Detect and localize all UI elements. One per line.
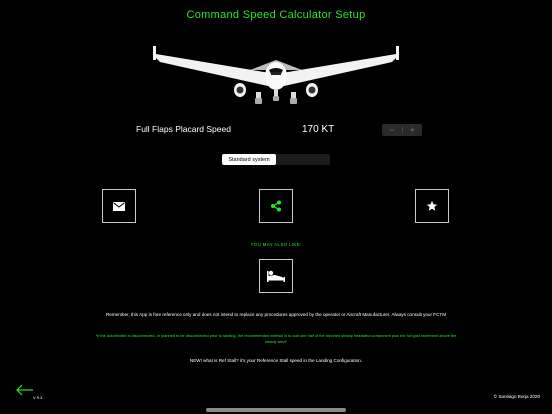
rate-button[interactable] <box>415 189 449 223</box>
standard-system-option[interactable]: Standard system <box>222 154 276 165</box>
back-arrow-icon[interactable] <box>16 384 34 396</box>
airplane-illustration <box>153 46 399 104</box>
system-selector[interactable]: Standard system <box>222 154 330 165</box>
ref-stall-info: NEW! what is Ref Stall? it's your Refere… <box>189 358 363 363</box>
copyright-label: © Santiago Borja 2020 <box>493 394 540 399</box>
full-flaps-speed-value: 170 KT <box>302 124 335 135</box>
star-icon <box>426 200 438 211</box>
alternate-system-option[interactable] <box>276 154 330 165</box>
related-app-button[interactable] <box>259 259 293 293</box>
page-title: Command Speed Calculator Setup <box>186 9 366 21</box>
autothrottle-note: *If the Autothrottle is disconnected, or… <box>95 333 457 344</box>
full-flaps-speed-label: Full Flaps Placard Speed <box>136 124 231 134</box>
also-like-label: YOU MAY ALSO LIKE: <box>250 242 302 247</box>
speed-decrement-button[interactable]: − <box>382 124 402 136</box>
version-label: V 9.3 <box>33 395 43 400</box>
share-button[interactable] <box>259 189 293 223</box>
envelope-icon <box>113 201 125 211</box>
home-indicator[interactable] <box>206 408 346 412</box>
mail-button[interactable] <box>102 189 136 223</box>
share-icon <box>271 200 281 212</box>
disclaimer-text: Remember, this App is fore reference onl… <box>105 312 447 317</box>
speed-stepper[interactable]: − + <box>382 124 422 136</box>
sleeping-person-icon <box>267 270 285 282</box>
speed-increment-button[interactable]: + <box>403 124 423 136</box>
